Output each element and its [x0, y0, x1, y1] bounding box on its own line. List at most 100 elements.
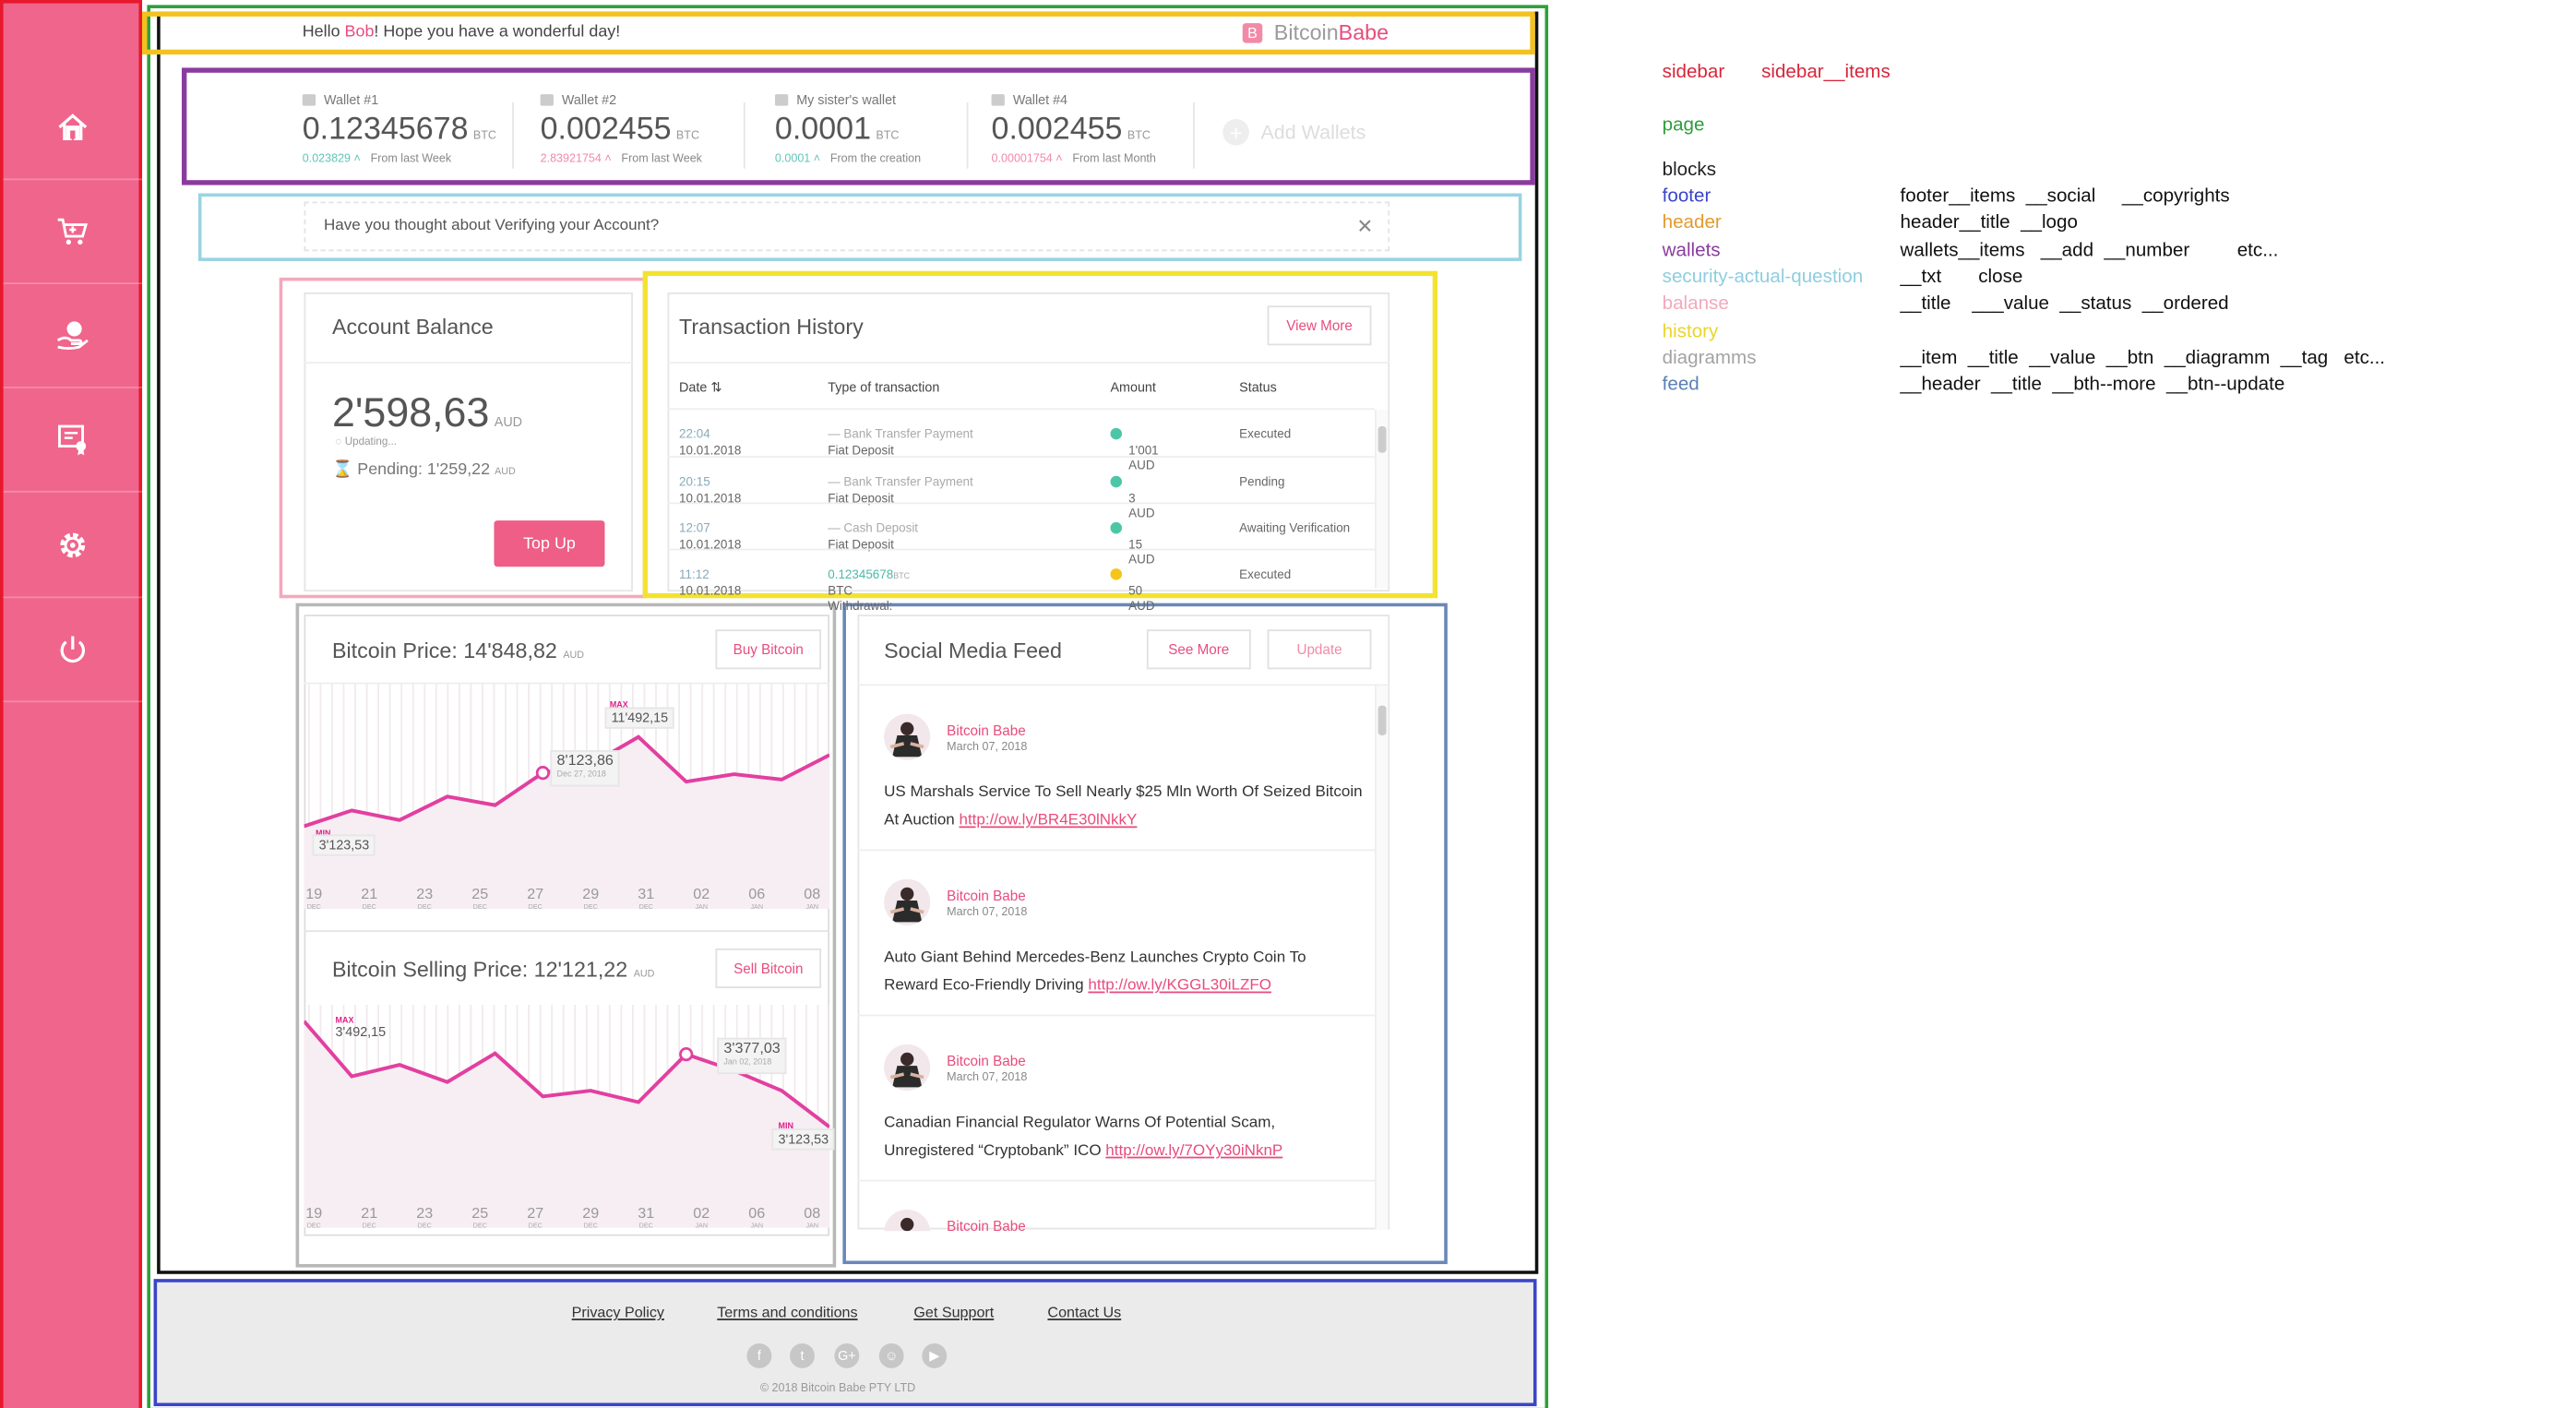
- data-point: [535, 766, 551, 781]
- x-tick-label: 21 DEC: [361, 1204, 378, 1230]
- legend-item: history: [1662, 322, 1719, 342]
- post-date: March 07, 2018: [947, 742, 1028, 754]
- feed-post[interactable]: Bitcoin Babe: [857, 1181, 1375, 1232]
- plus-icon: +: [1222, 118, 1249, 146]
- sidebar-item-settings[interactable]: [3, 493, 143, 599]
- feed-post[interactable]: Bitcoin Babe March 07, 2018 Auto Giant Beh…: [857, 851, 1376, 1017]
- sell-bitcoin-button[interactable]: Sell Bitcoin: [715, 948, 822, 988]
- column-status: Status: [1239, 379, 1277, 396]
- sidebar-item-shop[interactable]: [3, 178, 143, 285]
- point-label: 3'377,03 Jan 02, 2018: [717, 1037, 787, 1075]
- post-link[interactable]: http://ow.ly/7OYy30iNknP: [1105, 1142, 1282, 1161]
- avatar: [884, 1209, 931, 1232]
- user-name: Bob: [344, 23, 375, 42]
- legend-item: page: [1662, 115, 1705, 136]
- status-dot: [1110, 568, 1123, 580]
- legend-sidebar-items: sidebar__items: [1761, 63, 1890, 83]
- see-more-button[interactable]: See More: [1146, 629, 1251, 670]
- table-row[interactable]: 10.01.2018 22:04 Fiat Deposit — Bank Tra…: [667, 408, 1376, 472]
- point-label: 8'123,86 Dec 27, 2018: [550, 750, 621, 787]
- feed-post[interactable]: Bitcoin Babe March 07, 2018 US Marshals Se…: [857, 686, 1376, 852]
- x-tick-label: 29 DEC: [582, 1204, 600, 1230]
- table-row[interactable]: 10.01.2018 12:07 Fiat Deposit — Cash Dep…: [667, 502, 1376, 567]
- post-link[interactable]: http://ow.ly/BR4E30lNkkY: [959, 811, 1137, 829]
- price-chart: [304, 684, 830, 909]
- sidebar-item-logout[interactable]: [3, 597, 143, 703]
- x-tick-label: 08 JAN: [804, 885, 821, 911]
- min-label: 3'123,53: [312, 834, 376, 856]
- post-author[interactable]: Bitcoin Babe: [947, 1218, 1025, 1231]
- post-author[interactable]: Bitcoin Babe: [947, 1053, 1025, 1069]
- post-date: March 07, 2018: [947, 907, 1028, 919]
- legend-item: wallets: [1662, 241, 1721, 261]
- x-tick-label: 08 JAN: [804, 1204, 821, 1230]
- wallet-item[interactable]: Wallet #1 0.12345678 BTC 0.023829 ˄ From l…: [302, 92, 496, 165]
- legend-detail: header__title __logo: [1900, 213, 2078, 233]
- close-icon[interactable]: ✕: [1356, 215, 1373, 238]
- column-date[interactable]: Date ⇅: [679, 380, 722, 395]
- sort-icon: ⇅: [710, 379, 722, 396]
- gear-icon: [60, 531, 86, 557]
- legend-item: footer: [1662, 186, 1711, 207]
- legend-detail: wallets__items __add __number etc...: [1900, 241, 2279, 261]
- history-scrollbar[interactable]: [1375, 410, 1389, 589]
- legend-item: security-actual-question: [1662, 268, 1864, 288]
- status-dot: [1110, 427, 1123, 440]
- legend-item: balanse: [1662, 293, 1729, 315]
- sidebar-item-documents[interactable]: [3, 387, 143, 493]
- certificate-icon: [58, 424, 87, 455]
- sidebar-item-home[interactable]: [3, 75, 143, 181]
- legend-detail: __txt close: [1900, 268, 2023, 288]
- selling-title: Bitcoin Selling Price: 12'121,22 AUD: [331, 956, 655, 982]
- x-tick-label: 02 JAN: [693, 1204, 710, 1230]
- post-author[interactable]: Bitcoin Babe: [947, 722, 1025, 739]
- feed-scrollbar[interactable]: [1375, 686, 1389, 1230]
- x-tick-label: 02 JAN: [693, 885, 710, 911]
- x-tick-label: 27 DEC: [527, 885, 544, 911]
- legend-item: sidebar: [1662, 63, 1725, 83]
- post-author[interactable]: Bitcoin Babe: [947, 888, 1025, 904]
- wallet-icon: [302, 94, 316, 106]
- post-date: March 07, 2018: [947, 1072, 1028, 1084]
- legend-item: header: [1662, 213, 1722, 233]
- avatar: [884, 878, 931, 925]
- top-up-button[interactable]: Top Up: [494, 520, 605, 567]
- x-tick-label: 31 DEC: [638, 885, 655, 911]
- wallet-icon: [774, 94, 789, 106]
- data-point: [679, 1046, 694, 1062]
- logo[interactable]: B BitcoinBabe: [1242, 19, 1389, 44]
- view-more-button[interactable]: View More: [1267, 305, 1372, 346]
- x-tick-label: 19 DEC: [305, 1204, 323, 1230]
- sidebar: [0, 0, 143, 1408]
- table-row[interactable]: 10.01.2018 11:12 BTC Withdrawal: 0.12345…: [667, 548, 1376, 613]
- spinner-icon: ◌: [335, 436, 345, 448]
- x-tick-label: 25 DEC: [471, 885, 489, 911]
- legend-item: blocks: [1662, 160, 1717, 181]
- balance-status: ◌ Updating...: [335, 436, 398, 448]
- wallet-item[interactable]: Wallet #2 0.002455 BTC 2.83921754 ˄ From l…: [540, 92, 712, 165]
- balance-value: 2'598,63 AUD: [331, 389, 523, 436]
- footer-frame: [153, 1279, 1537, 1407]
- logo-mark: B: [1242, 22, 1263, 42]
- wallet-icon: [540, 94, 554, 106]
- table-row[interactable]: 10.01.2018 20:15 Fiat Deposit — Bank Tra…: [667, 456, 1376, 520]
- power-icon: [60, 635, 86, 662]
- price-title: Bitcoin Price: 14'848,82 AUD: [331, 638, 585, 663]
- column-type: Type of transaction: [828, 379, 940, 396]
- sidebar-item-buy[interactable]: [3, 282, 143, 388]
- update-button[interactable]: Update: [1267, 629, 1372, 670]
- add-wallet-button[interactable]: + Add Wallets: [1222, 118, 1366, 146]
- x-tick-label: 27 DEC: [527, 1204, 544, 1230]
- hourglass-icon: ⌛: [331, 460, 358, 480]
- buy-bitcoin-button[interactable]: Buy Bitcoin: [715, 629, 822, 670]
- x-tick-label: 06 JAN: [748, 885, 766, 911]
- post-link[interactable]: http://ow.ly/KGGL30iLZFO: [1088, 976, 1271, 995]
- feed-post[interactable]: Bitcoin Babe March 07, 2018 Canadian Finan…: [857, 1016, 1376, 1182]
- status-dot: [1110, 475, 1123, 488]
- post-text: US Marshals Service To Sell Nearly $25 M…: [884, 782, 1363, 830]
- x-tick-label: 06 JAN: [748, 1204, 766, 1230]
- x-tick-label: 23 DEC: [416, 1204, 434, 1230]
- home-icon: [58, 113, 88, 140]
- wallet-item[interactable]: My sister's wallet 0.0001 BTC 0.0001 ˄ Fro…: [774, 92, 931, 165]
- wallet-item[interactable]: Wallet #4 0.002455 BTC 0.00001754 ˄ From l…: [991, 92, 1166, 165]
